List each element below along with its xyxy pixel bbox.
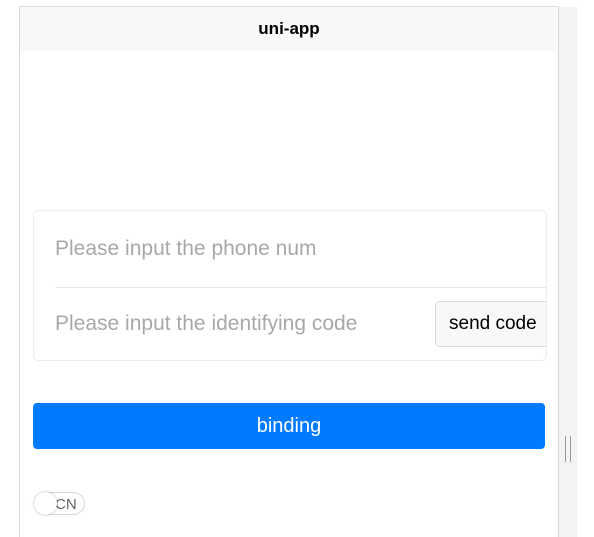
- binding-button[interactable]: binding: [33, 403, 545, 449]
- phone-input[interactable]: [55, 234, 546, 264]
- phone-row: [55, 211, 546, 288]
- toggle-knob: [34, 492, 57, 515]
- code-row: send code: [55, 287, 546, 360]
- language-label: CN: [55, 496, 77, 513]
- page-title: uni-app: [258, 19, 320, 38]
- language-toggle[interactable]: CN: [34, 492, 85, 515]
- binding-form: send code: [33, 210, 547, 361]
- navigation-bar: uni-app: [20, 7, 558, 51]
- resize-handle[interactable]: [565, 436, 571, 462]
- send-code-button[interactable]: send code: [435, 301, 546, 347]
- phone-frame: uni-app send code binding CN: [19, 6, 559, 537]
- app-viewport: uni-app send code binding CN: [0, 0, 594, 537]
